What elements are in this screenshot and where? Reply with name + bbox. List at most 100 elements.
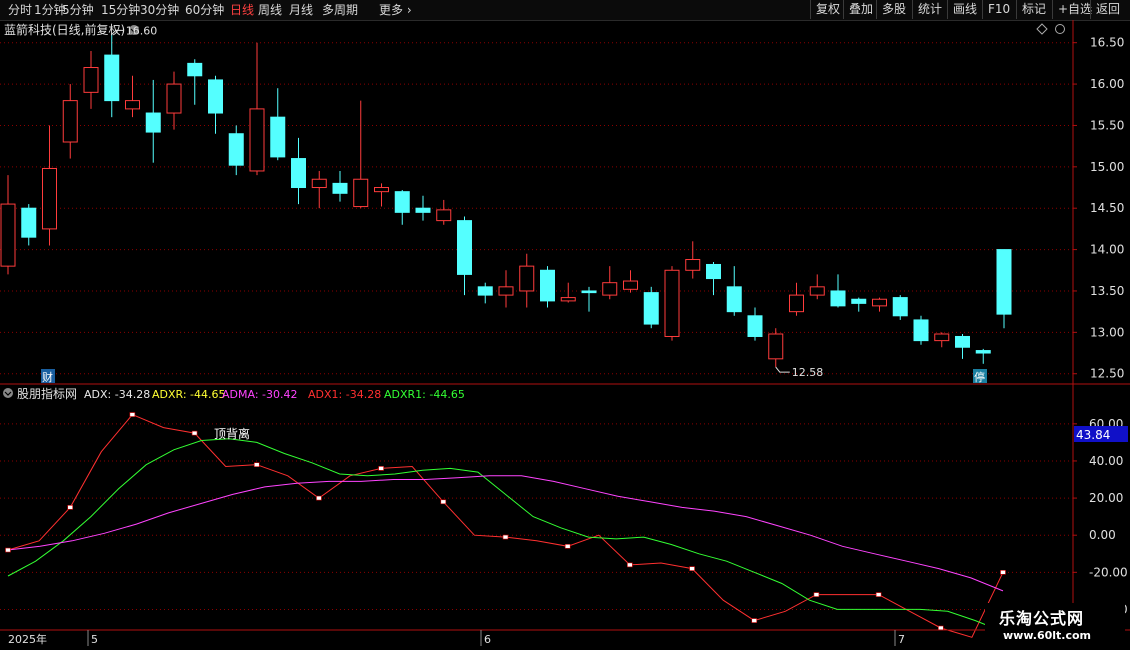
candle [166,71,182,130]
candle-body-down [228,133,244,166]
indicator-panel-grid: 60.0040.0020.000.00-20.00-40.00 [0,417,1128,616]
candle-body-down [415,207,431,213]
candle [125,75,140,118]
indicator-marker [129,412,136,417]
candle-body-up [311,178,327,189]
period-tab-10[interactable]: 更多 › [379,2,412,18]
high-marker-label: 16.60 [126,24,158,37]
candle-body-up [498,286,514,296]
candle-body-up [166,83,182,114]
period-tab-3[interactable]: 15分钟 [101,2,140,18]
diamond-icon [1036,23,1048,35]
indicator-marker [1000,570,1006,575]
period-tab-1[interactable]: 1分钟 [34,2,66,18]
date-label: 7 [898,633,905,646]
period-tab-9[interactable]: 多周期 [322,2,358,18]
candle-body-down [747,315,763,337]
candle [726,266,742,316]
candle [996,249,1012,329]
toolbar-button-0[interactable]: 复权 [810,0,845,19]
period-tab-8[interactable]: 月线 [289,2,313,18]
candle-body-up [436,209,452,222]
candle-body-down [581,290,597,294]
candle [540,266,555,308]
current-value-label: 43.84 [1076,428,1110,442]
candle [228,125,244,176]
indicator-marker [564,544,571,549]
candle [42,125,57,246]
candle-body-up [125,100,140,110]
candle [270,88,286,161]
toolbar-button-4[interactable]: 画线 [947,0,982,19]
candle [747,307,763,341]
candle-body-down [394,191,410,213]
toolbar-button-8[interactable]: 返回 [1090,0,1125,19]
indicator-tick-label: 20.00 [1089,491,1123,505]
candle-body-down [457,220,472,275]
period-tab-6[interactable]: 日线 [230,2,254,18]
low-marker-label: 12.58 [792,366,824,379]
indicator-marker [191,430,198,436]
candle-body-up [664,269,680,337]
candle [249,42,265,176]
candle [830,274,846,308]
candle [581,286,597,312]
candle [145,79,161,163]
candle-body-up [0,203,16,267]
price-tick-label: 15.50 [1090,118,1124,132]
candle-body-up [62,100,78,143]
toolbar-button-5[interactable]: F10 [982,0,1015,19]
period-tab-2[interactable]: 5分钟 [62,2,94,18]
watermark-title: 乐淘公式网 [999,609,1085,628]
candle-body-down [726,286,742,313]
candle-body-down [208,79,223,114]
price-tick-label: 12.50 [1090,367,1124,381]
stock-chart: 16.50 16.00 15.50 15.00 14.50 14.00 13.50 13.00… [0,20,1130,646]
candle-body-down [955,335,970,348]
candle [457,216,472,296]
candle [685,241,701,279]
candle-body-up [519,265,535,292]
price-tick-label: 14.00 [1090,243,1124,257]
candle [892,295,908,320]
period-tab-5[interactable]: 60分钟 [185,2,224,18]
indicator-tick-label: 0.00 [1089,528,1116,542]
candle [519,253,535,308]
period-tab-4[interactable]: 30分钟 [140,2,179,18]
candle [643,286,659,329]
indicator-marker [378,466,384,471]
candle-body-up [249,108,265,172]
candle [477,282,493,304]
watermark-url: www.60lt.com [1003,629,1092,642]
price-tick-label: 16.50 [1090,36,1124,50]
period-tab-7[interactable]: 周线 [258,2,282,18]
price-tick-label: 16.00 [1090,77,1124,91]
toolbar-button-1[interactable]: 叠加 [843,0,878,19]
candle-body-up [809,286,825,296]
indicator-marker [689,566,695,571]
price-tick-label: 14.50 [1090,201,1124,215]
toolbar-button-6[interactable]: 标记 [1016,0,1051,19]
toolbar-button-3[interactable]: 统计 [912,0,947,19]
candle-body-down [540,269,555,302]
candle [975,348,991,364]
candle [851,297,867,312]
indicator-marker [5,547,11,553]
candle-body-down [830,290,846,307]
date-label: 5 [91,633,98,646]
indicator-marker [875,592,882,597]
period-tab-0[interactable]: 分时 [8,2,32,18]
candle [394,190,410,225]
indicator-legend-item: ADXR: -44.65 [152,388,226,401]
period-toolbar: 分时 1分钟 5分钟 15分钟 30分钟 60分钟 日线 周线 月线 多周期 更多 › 复权 叠加 多股统… [0,0,1130,21]
indicator-panel-labels: 股朋指标网 ADX: -34.28 ADXR: -44.65ADMA: -30.42… [0,386,1130,646]
halt-badge: 停 [973,369,987,384]
toolbar-button-2[interactable]: 多股 [876,0,911,19]
candle [0,175,16,275]
candle-body-down [332,182,348,194]
candle-body-down [187,62,203,77]
indicator-chevron-icon [3,388,13,398]
candle-body-down [291,158,306,189]
candle [104,34,120,118]
candle [809,274,825,300]
